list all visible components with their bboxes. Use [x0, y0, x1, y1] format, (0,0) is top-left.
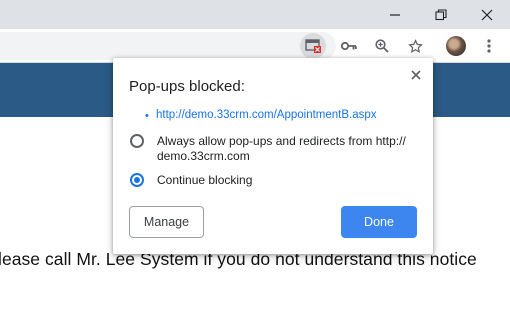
minimize-button[interactable]	[372, 0, 418, 29]
star-icon	[407, 38, 423, 53]
restore-button[interactable]	[418, 0, 464, 29]
avatar	[446, 36, 466, 56]
title-bar	[0, 0, 510, 29]
bullet-icon: •	[145, 110, 149, 122]
key-icon	[341, 41, 357, 51]
profile-button[interactable]	[443, 33, 469, 59]
blocked-popup-link[interactable]: http://demo.33crm.com/AppointmentB.aspx	[156, 109, 377, 121]
allow-popups-radio[interactable]	[130, 134, 144, 148]
restore-icon	[435, 8, 447, 20]
browser-window: lease call Mr. Lee System if you do not …	[0, 0, 510, 317]
close-icon	[481, 9, 493, 20]
popups-blocked-dialog: Pop-ups blocked: • http://demo.33crm.com…	[113, 58, 433, 254]
continue-blocking-radio[interactable]	[130, 173, 144, 187]
popup-blocked-button[interactable]	[300, 33, 326, 59]
zoom-icon	[375, 39, 389, 53]
more-menu-button[interactable]	[476, 33, 502, 59]
minimize-icon	[390, 13, 400, 16]
done-button[interactable]: Done	[341, 206, 417, 238]
window-close-button[interactable]	[464, 0, 510, 29]
zoom-button[interactable]	[369, 33, 395, 59]
continue-blocking-label[interactable]: Continue blocking	[157, 173, 252, 188]
allow-popups-text: Always allow pop-ups and redirects from …	[157, 134, 406, 163]
address-bar[interactable]	[0, 32, 336, 60]
dialog-title: Pop-ups blocked:	[129, 78, 245, 95]
manage-button[interactable]: Manage	[129, 206, 204, 238]
bookmark-button[interactable]	[402, 33, 428, 59]
popup-blocked-icon	[305, 39, 321, 53]
close-icon	[411, 70, 421, 80]
allow-popups-label[interactable]: Always allow pop-ups and redirects from …	[157, 134, 419, 164]
passwords-button[interactable]	[336, 33, 362, 59]
more-menu-icon	[487, 39, 491, 53]
dialog-close-button[interactable]	[408, 67, 424, 83]
